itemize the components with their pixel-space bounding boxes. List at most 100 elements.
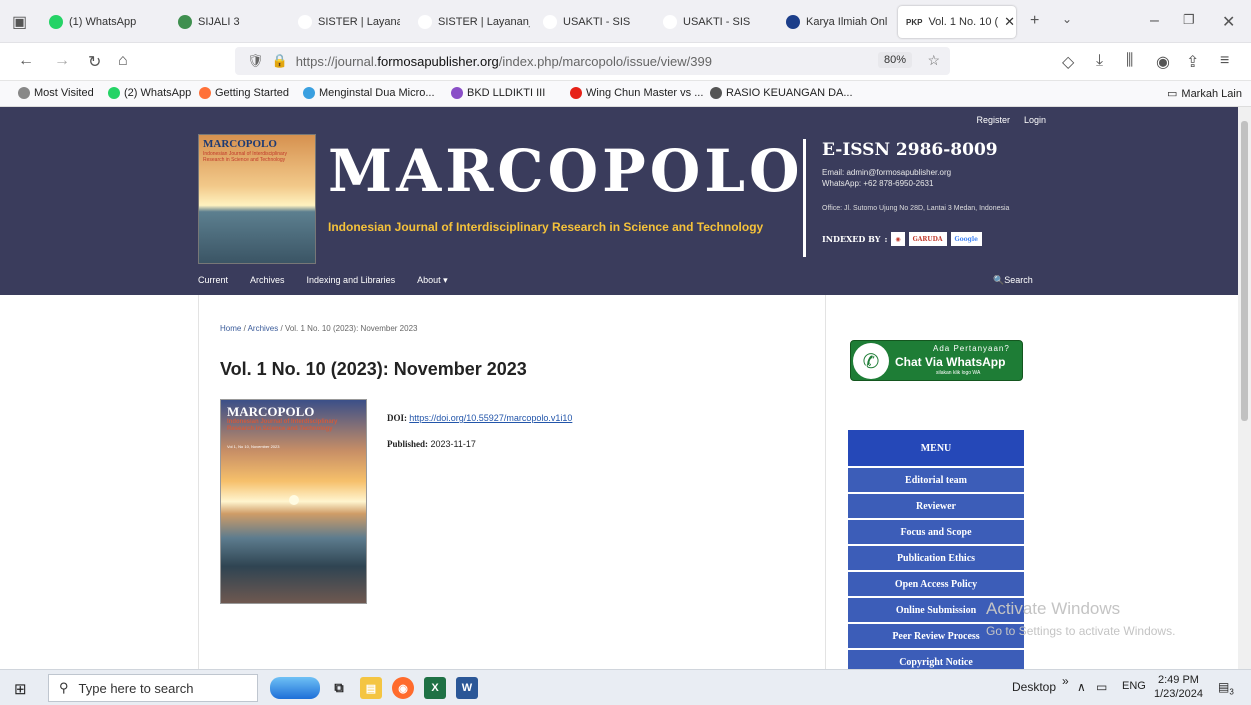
minimize-icon[interactable]: – xyxy=(1150,12,1159,30)
sidebar-item-publication-ethics[interactable]: Publication Ethics xyxy=(848,546,1024,570)
scrollbar-thumb[interactable] xyxy=(1241,121,1248,421)
tab-favicon-icon xyxy=(178,15,192,29)
activate-windows-subtext: Go to Settings to activate Windows. xyxy=(986,624,1176,638)
main-content: Home / Archives / Vol. 1 No. 10 (2023): … xyxy=(198,295,826,669)
tab-4[interactable]: USAKTI - SIS xyxy=(535,6,645,38)
menu-about[interactable]: About ▾ xyxy=(417,275,448,286)
tab-5[interactable]: USAKTI - SIS xyxy=(655,6,770,38)
excel-icon[interactable]: X xyxy=(424,677,446,699)
search-link[interactable]: 🔍Search xyxy=(993,275,1033,286)
contact-info: Email: admin@formosapublisher.org WhatsA… xyxy=(822,168,952,188)
back-icon[interactable]: ← xyxy=(18,52,34,70)
doi: DOI: https://doi.org/10.55927/marcopolo.… xyxy=(387,413,573,423)
chevron-right-icon[interactable]: » xyxy=(1062,674,1069,688)
bookmark-item[interactable]: Menginstal Dua Micro... xyxy=(303,87,435,99)
published: Published: 2023-11-17 xyxy=(387,439,476,449)
journal-header: Register Login MARCOPOLO Indonesian Jour… xyxy=(0,107,1238,295)
star-icon[interactable]: ☆ xyxy=(927,52,940,69)
browser-tab-bar: ▣ (1) WhatsApp SIJALI 3 SISTER | Layanan_b… xyxy=(0,0,1251,43)
breadcrumb-home[interactable]: Home xyxy=(220,324,241,333)
restore-icon[interactable]: ❐ xyxy=(1183,12,1195,28)
menu-current[interactable]: Current xyxy=(198,275,228,286)
home-icon[interactable]: ⌂ xyxy=(118,52,128,70)
tab-2[interactable]: SISTER | Layanan_bkd xyxy=(290,6,400,38)
breadcrumb-archives[interactable]: Archives xyxy=(248,324,279,333)
lock-icon[interactable]: 🔒 xyxy=(272,53,288,69)
index-logo[interactable]: ◉ xyxy=(891,232,905,246)
sidebar-item-reviewer[interactable]: Reviewer xyxy=(848,494,1024,518)
issue-cover-image[interactable]: MARCOPOLO Indonesian Journal of Interdis… xyxy=(220,399,367,604)
bookmark-other[interactable]: ▭ Markah Lain xyxy=(1167,87,1242,101)
google-logo[interactable]: Google xyxy=(950,232,982,246)
garuda-logo[interactable]: GARUDA xyxy=(908,232,947,246)
tab-6[interactable]: Karya Ilmiah Onl xyxy=(778,6,890,38)
tab-active[interactable]: PKP Vol. 1 No. 10 ( ✕ xyxy=(898,6,1016,38)
sidebar-item-copyright[interactable]: Copyright Notice xyxy=(848,650,1024,669)
firefox-icon[interactable]: ◉ xyxy=(392,677,414,699)
journal-title: MARCOPOLO xyxy=(328,137,804,205)
download-icon[interactable]: ⤓ xyxy=(1096,52,1103,70)
tab-favicon-icon xyxy=(543,15,557,29)
file-explorer-icon[interactable]: ▤ xyxy=(360,677,382,699)
bookmark-bar: Most Visited (2) WhatsApp Getting Started M… xyxy=(0,81,1251,107)
language-indicator[interactable]: ENG xyxy=(1122,680,1146,692)
header-cover-image: MARCOPOLO Indonesian Journal of Interdis… xyxy=(198,134,316,264)
reload-icon[interactable]: ↻ xyxy=(88,52,101,72)
url-bar[interactable]: 🛡 🔒 https://journal.formosapublisher.org… xyxy=(235,47,950,75)
word-icon[interactable]: W xyxy=(456,677,478,699)
notification-icon[interactable]: ▤3 xyxy=(1218,680,1234,696)
new-tab-icon[interactable]: + xyxy=(1030,12,1039,30)
window-close-icon[interactable]: ✕ xyxy=(1222,12,1235,32)
bookmark-icon xyxy=(18,87,30,99)
browser-nav-bar: ← → ↻ ⌂ 🛡 🔒 https://journal.formosapubli… xyxy=(0,43,1251,81)
sidebar-item-focus-scope[interactable]: Focus and Scope xyxy=(848,520,1024,544)
tab-list-icon[interactable]: ▣ xyxy=(12,12,27,32)
register-link[interactable]: Register xyxy=(976,115,1010,125)
tab-label: USAKTI - SIS xyxy=(563,16,631,28)
desktop-toolbar[interactable]: Desktop xyxy=(1012,680,1056,694)
tab-3[interactable]: SISTER | Layanan_bkd xyxy=(410,6,530,38)
menu-archives[interactable]: Archives xyxy=(250,275,285,286)
bookmark-item[interactable]: RASIO KEUANGAN DA... xyxy=(710,87,853,99)
library-icon[interactable]: ⫼ xyxy=(1126,52,1133,70)
journal-subtitle: Indonesian Journal of Interdisciplinary … xyxy=(328,220,764,234)
tab-label: USAKTI - SIS xyxy=(683,16,751,28)
network-icon[interactable]: ▭ xyxy=(1096,680,1107,694)
tray-up-icon[interactable]: ∧ xyxy=(1077,680,1086,694)
page-scrollbar[interactable] xyxy=(1238,107,1251,669)
tab-1[interactable]: SIJALI 3 xyxy=(170,6,280,38)
bookmark-item[interactable]: Wing Chun Master vs ... xyxy=(570,87,703,99)
share-icon[interactable]: ⇪ xyxy=(1186,52,1199,72)
task-view-icon[interactable]: ⧉ xyxy=(328,677,350,699)
bookmark-item[interactable]: (2) WhatsApp xyxy=(108,87,191,99)
clock[interactable]: 2:49 PM 1/23/2024 xyxy=(1154,673,1203,701)
breadcrumb: Home / Archives / Vol. 1 No. 10 (2023): … xyxy=(220,324,418,333)
bookmark-item[interactable]: Most Visited xyxy=(18,87,94,99)
url-text: https://journal.formosapublisher.org/ind… xyxy=(295,53,712,69)
whatsapp-chat-button[interactable]: ✆ Ada Pertanyaan? Chat Via WhatsApp sila… xyxy=(850,340,1023,381)
doi-link[interactable]: https://doi.org/10.55927/marcopolo.v1i10 xyxy=(409,413,572,423)
tab-label: Vol. 1 No. 10 ( xyxy=(928,16,999,28)
tab-favicon-icon xyxy=(418,15,432,29)
tab-favicon-icon xyxy=(49,15,63,29)
chevron-down-icon[interactable]: ⌄ xyxy=(1062,12,1072,26)
tab-label: SISTER | Layanan_bkd xyxy=(438,16,530,28)
tab-0[interactable]: (1) WhatsApp xyxy=(41,6,161,38)
bookmark-item[interactable]: BKD LLDIKTI III xyxy=(451,87,545,99)
bookmark-item[interactable]: Getting Started xyxy=(199,87,289,99)
zoom-level[interactable]: 80% xyxy=(877,52,912,68)
close-icon[interactable]: ✕ xyxy=(1004,14,1015,30)
account-icon[interactable]: ◉ xyxy=(1156,52,1170,72)
sidebar-item-open-access[interactable]: Open Access Policy xyxy=(848,572,1024,596)
pocket-icon[interactable]: ◇ xyxy=(1062,52,1074,72)
windows-start-icon[interactable]: ⊞ xyxy=(14,680,27,698)
forward-icon[interactable]: → xyxy=(54,52,70,70)
taskbar-app-icon[interactable] xyxy=(270,677,320,699)
bookmark-icon xyxy=(710,87,722,99)
menu-indexing[interactable]: Indexing and Libraries xyxy=(307,275,396,286)
taskbar-search[interactable]: ⚲ Type here to search xyxy=(48,674,258,702)
shield-icon[interactable]: 🛡 xyxy=(247,53,264,69)
menu-icon[interactable]: ≡ xyxy=(1220,52,1229,70)
login-link[interactable]: Login xyxy=(1024,115,1046,125)
sidebar-item-editorial-team[interactable]: Editorial team xyxy=(848,468,1024,492)
